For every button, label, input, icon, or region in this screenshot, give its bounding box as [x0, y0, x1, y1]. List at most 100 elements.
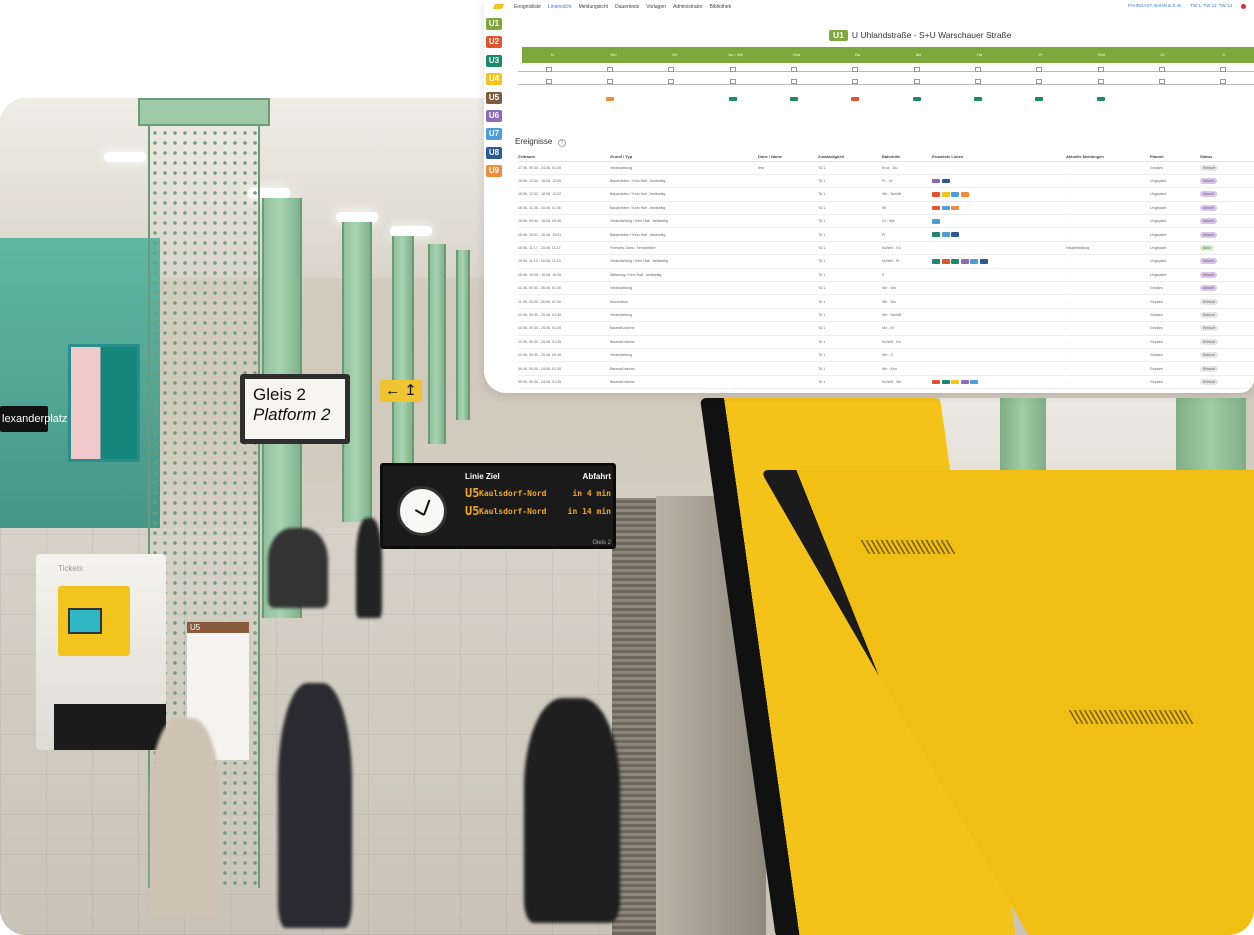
event-row[interactable]: 10.06, 00:30 - 25.06, 01:30 Baumaßnahme TA…	[518, 321, 1254, 336]
line-tab-u9[interactable]: U9	[486, 165, 502, 178]
station-marker[interactable]	[913, 67, 920, 72]
station-marker[interactable]	[791, 67, 797, 72]
user-scope-link[interactable]: FAHRGAST, BAHN & S.-B.	[1128, 3, 1182, 8]
vehicle-scope-link[interactable]: TW 1, TW 11, TW 14	[1190, 3, 1232, 8]
station-marker[interactable]	[975, 79, 981, 84]
event-cell-reason: Veranstaltung / Kein Halt - beidseitig	[610, 254, 758, 269]
station-label[interactable]: Wi	[644, 47, 705, 63]
line-title-text: U Uhlandstraße - S+U Warschauer Straße	[851, 30, 1012, 40]
nav-item-liniensicht[interactable]: Liniensicht	[548, 4, 572, 10]
column-header[interactable]: Grund / Typ	[610, 152, 758, 162]
event-row[interactable]: 15.06, 11:13 - 16.06, 11:13 Veranstaltung…	[518, 254, 1254, 269]
notification-dot-icon[interactable]	[1241, 4, 1246, 9]
event-marker[interactable]	[790, 97, 798, 101]
station-label[interactable]: Pr	[1010, 47, 1071, 63]
column-header[interactable]: Erwartete Linien	[932, 152, 1066, 162]
event-row[interactable]: 17.06, 00:30 - 24.06, 01:30 Veranstaltung…	[518, 161, 1254, 175]
status-badge: Entwurf	[1200, 378, 1219, 385]
event-row[interactable]: 16.06, 09:40 - 16.06, 09:40 Veranstaltung…	[518, 214, 1254, 229]
station-label[interactable]: S	[1193, 47, 1254, 63]
event-row[interactable]: 16.06, 12:02 - 16.06, 12:02 Bauarbeiten /…	[518, 187, 1254, 202]
nav-item-meldungsicht[interactable]: Meldungsicht	[579, 4, 608, 10]
nav-item-administrator[interactable]: Administrator	[673, 4, 702, 10]
station-marker[interactable]	[668, 79, 675, 84]
station-label[interactable]: Gnd	[766, 47, 827, 63]
departure-line: U5	[465, 504, 480, 518]
station-marker[interactable]	[1159, 67, 1165, 72]
station-marker[interactable]	[1220, 67, 1227, 72]
event-row[interactable]: 10.06, 00:30 - 25.06, 00:30 Veranstaltung…	[518, 348, 1254, 363]
column-header[interactable]: Bahnhöfe	[882, 152, 932, 162]
station-marker[interactable]	[791, 79, 797, 84]
event-cell-time: 10.06, 00:30 - 25.06, 00:30	[518, 348, 610, 363]
station-label[interactable]: U	[522, 47, 583, 63]
station-label[interactable]: Nu / Wit	[705, 47, 766, 63]
column-header[interactable]: Status	[1200, 152, 1254, 162]
column-header[interactable]: Zeitraum	[518, 152, 610, 162]
line-tab-u1[interactable]: U1	[486, 18, 502, 30]
event-row[interactable]: 15.06, 13:01 - 15.06, 13:01 Bauarbeiten /…	[518, 227, 1254, 242]
event-row[interactable]: 15.06, 10:05 - 16.06, 10:05 Witterung / K…	[518, 268, 1254, 283]
station-marker[interactable]	[852, 79, 859, 84]
event-row[interactable]: 11.06, 00:30 - 26.06, 01:30 Veranstaltung…	[518, 281, 1254, 296]
column-header[interactable]: Planart	[1150, 152, 1200, 162]
event-marker[interactable]	[1035, 97, 1044, 101]
event-marker[interactable]	[912, 97, 921, 101]
station-marker[interactable]	[1036, 67, 1043, 72]
station-marker[interactable]	[1097, 67, 1104, 72]
line-tab-u8[interactable]: U8	[486, 146, 502, 159]
station-label[interactable]: Kbo	[1071, 47, 1132, 63]
station-label[interactable]: Mo	[888, 47, 949, 63]
event-row[interactable]: 16.06, 12:30 - 16.06, 12:59 Bauarbeiten /…	[518, 174, 1254, 189]
station-label[interactable]: Ha	[949, 47, 1010, 63]
event-marker[interactable]	[1096, 97, 1105, 101]
help-icon[interactable]: ?	[557, 139, 566, 147]
event-row[interactable]: 09.06, 00:30 - 24.06, 01:30 Baumaßnahme TA…	[518, 361, 1254, 376]
line-tab-u5[interactable]: U5	[486, 91, 502, 104]
event-row[interactable]: 16.06, 11:36 - 16.06, 11:36 Bauarbeiten /…	[518, 201, 1254, 216]
station-marker[interactable]	[975, 67, 981, 72]
station-marker[interactable]	[545, 79, 552, 84]
nav-item-bibliothek[interactable]: Bibliothek	[709, 4, 731, 10]
station-marker[interactable]	[668, 67, 675, 72]
station-label[interactable]: Kfu	[583, 47, 644, 63]
station-marker[interactable]	[852, 67, 859, 72]
station-marker[interactable]	[729, 79, 736, 84]
column-header[interactable]: Aktuelle Meldungen	[1066, 152, 1150, 162]
line-tab-u2[interactable]: U2	[486, 36, 502, 49]
event-cell-time: 16.06, 11:36 - 16.06, 11:36	[518, 201, 610, 216]
event-marker[interactable]	[974, 97, 982, 101]
station-marker[interactable]	[729, 67, 736, 72]
line-tab-u7[interactable]: U7	[486, 128, 502, 141]
nav-item-ereignisliste[interactable]: Ereignisliste	[514, 4, 541, 10]
station-marker[interactable]	[607, 67, 613, 72]
station-marker[interactable]	[1036, 79, 1043, 84]
event-marker[interactable]	[728, 97, 737, 101]
event-cell-chips	[932, 321, 1066, 336]
event-row[interactable]: 09.06, 00:30 - 24.06, 01:30 Baumaßnahme TA…	[518, 375, 1254, 390]
event-marker[interactable]	[851, 97, 860, 101]
event-cell-msg: -	[1066, 254, 1150, 269]
station-marker[interactable]	[1220, 79, 1227, 84]
station-marker[interactable]	[1159, 79, 1165, 84]
event-row[interactable]: 15.06, 11:17 - 15.06, 11:17 Fremdes Gleis…	[518, 241, 1254, 256]
event-row[interactable]: 10.06, 00:30 - 25.06, 01:30 Baumaßnahme TA…	[518, 335, 1254, 349]
line-tab-u3[interactable]: U3	[486, 54, 502, 67]
station-marker[interactable]	[913, 79, 920, 84]
column-header[interactable]: Zuständigkeit	[818, 152, 882, 162]
station-label[interactable]: Gr	[1132, 47, 1193, 63]
event-row[interactable]: 11.06, 00:30 - 26.06, 01:30 Information TA…	[518, 294, 1254, 309]
event-row[interactable]: 10.06, 00:30 - 25.06, 01:30 Veranstaltung…	[518, 308, 1254, 323]
line-tab-u4[interactable]: U4	[486, 73, 502, 86]
station-label[interactable]: Gu	[827, 47, 888, 63]
nav-item-vorlagen[interactable]: Vorlagen	[646, 4, 666, 10]
track-line	[518, 71, 1254, 85]
station-marker[interactable]	[1097, 79, 1104, 84]
column-header[interactable]: Dane / Name	[758, 152, 818, 162]
nav-item-dauertests[interactable]: Dauertests	[615, 4, 639, 10]
station-marker[interactable]	[607, 79, 613, 84]
line-tab-u6[interactable]: U6	[486, 109, 502, 122]
event-cell-chips	[932, 187, 1066, 202]
event-marker[interactable]	[606, 97, 614, 101]
station-marker[interactable]	[545, 67, 552, 72]
